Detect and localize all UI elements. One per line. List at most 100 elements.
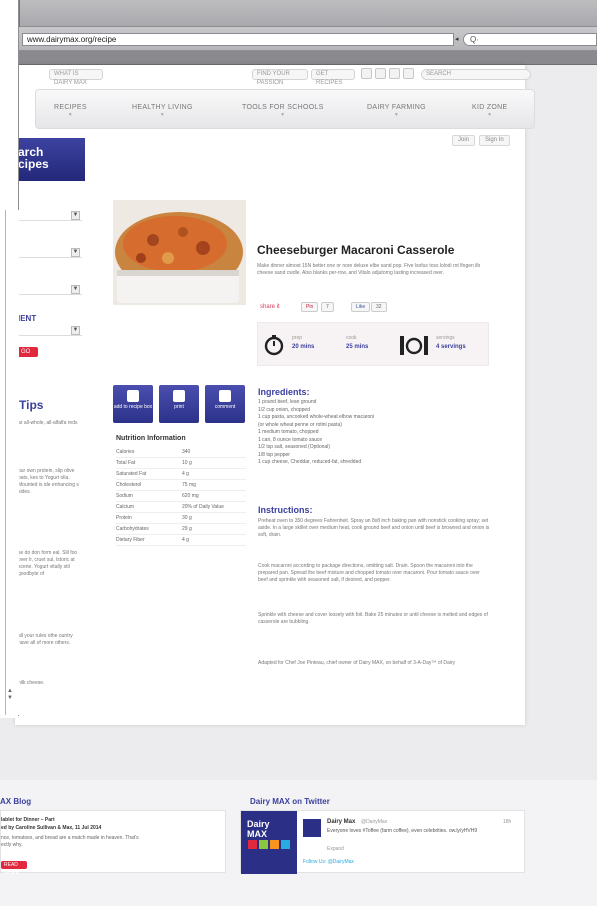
cook-value: 25 mins xyxy=(346,344,369,350)
dairy-max-logo: Dairy MAX xyxy=(241,811,297,874)
instructions-title: Instructions: xyxy=(258,505,313,515)
tip-text: nilk cheese. xyxy=(18,680,45,686)
nutrition-row: Protein 30 g xyxy=(116,514,246,524)
nutrition-value: 620 mg xyxy=(182,493,199,499)
blog-box: lablet for Dinner – Part ed by Caroline … xyxy=(0,810,226,876)
site-container: WHAT IS DAIRY MAX FIND YOUR PASSION GET … xyxy=(15,65,535,725)
twitter-icon[interactable] xyxy=(375,68,386,79)
facebook-icon[interactable] xyxy=(361,68,372,79)
tweet-time[interactable]: 18h xyxy=(503,819,511,825)
nav-label: DAIRY FARMING xyxy=(367,104,426,111)
logo-squares xyxy=(247,839,297,852)
pin-button[interactable]: Pin xyxy=(301,302,319,312)
twitter-follow-link[interactable]: Follow Us: @DairyMax xyxy=(303,859,354,865)
blog-post-meta: ed by Caroline Sullivan & Max, 11 Jul 20… xyxy=(1,825,102,831)
nav-kid-zone[interactable]: KID ZONE ▼ xyxy=(472,104,507,118)
sign-in-button[interactable]: Sign In xyxy=(479,135,510,146)
tip-text: all your rules othe ountry have all of m… xyxy=(18,633,73,646)
browser-search-input[interactable]: Q∙ xyxy=(463,33,597,46)
nutrition-label: Calcium xyxy=(116,504,135,510)
pinterest-icon[interactable] xyxy=(389,68,400,79)
tweet-avatar[interactable] xyxy=(303,819,321,837)
utility-link-about[interactable]: WHAT IS DAIRY MAX xyxy=(49,69,103,86)
nutrition-value: 20% of Daily Value xyxy=(182,504,224,510)
twitter-widget: Dairy MAX Dairy Max @DairyMax 18h Everyo… xyxy=(240,810,525,874)
like-button[interactable]: Like xyxy=(351,302,371,312)
tweet-text: Everyone loves #Toffee (farm coffee), ev… xyxy=(327,828,478,834)
nutrition-row: Saturated Fat 4 g xyxy=(116,470,246,480)
nutrition-label: Total Fat xyxy=(116,460,136,466)
add-to-recipe-box-button[interactable]: add to recipe box xyxy=(113,385,153,423)
nutrition-row: Total Fat 10 g xyxy=(116,459,246,469)
servings-icon xyxy=(400,336,428,355)
blog-title: AX Blog xyxy=(0,797,32,806)
blog-post-title[interactable]: lablet for Dinner – Part xyxy=(1,817,55,824)
nav-label: HEALTHY LIVING xyxy=(132,104,193,111)
chevron-down-icon: ▼ xyxy=(71,285,80,294)
recipe-credit: Adapted for Chef Joe Pinteau, chief owne… xyxy=(258,660,456,666)
tweet-handle[interactable]: @DairyMax xyxy=(361,819,387,825)
print-button[interactable]: print xyxy=(159,385,199,423)
blog-post-excerpt: ectly why. xyxy=(1,842,23,848)
chevron-down-icon: ▼ xyxy=(67,112,74,118)
ingredient-item: 1 can, 8 ounce tomato sauce xyxy=(258,436,323,443)
recipe-title: Cheeseburger Macaroni Casserole xyxy=(257,243,455,257)
servings-label: servings xyxy=(436,335,455,341)
instruction-step: Cook macaroni according to package direc… xyxy=(258,563,480,583)
nav-tools-for-schools[interactable]: TOOLS FOR SCHOOLS ▼ xyxy=(242,104,324,118)
chevron-down-icon: ▼ xyxy=(71,326,80,335)
nutrition-row: Calcium 20% of Daily Value xyxy=(116,503,246,513)
nutrition-label: Protein xyxy=(116,515,132,521)
comment-icon xyxy=(219,390,231,402)
nutrition-row: Carbohydrates 29 g xyxy=(116,525,246,535)
utility-link-recipes[interactable]: GET RECIPES xyxy=(311,69,355,86)
page-canvas: WHAT IS DAIRY MAX FIND YOUR PASSION GET … xyxy=(0,65,597,906)
join-button[interactable]: Join xyxy=(452,135,476,146)
url-dropdown-icon[interactable]: ◂ xyxy=(455,35,459,43)
servings-value: 4 servings xyxy=(436,344,466,350)
youtube-icon[interactable] xyxy=(403,68,414,79)
search-go-button[interactable]: GO xyxy=(18,347,38,357)
ingredient-label: IENT xyxy=(18,314,37,323)
nutrition-row: Dietary Fiber 4 g xyxy=(116,536,246,546)
scroll-arrows-icon[interactable]: ▲ ▼ xyxy=(7,688,13,702)
nav-healthy-living[interactable]: HEALTHY LIVING ▼ xyxy=(132,104,193,118)
recipe-description: Make dinner almost 15N better one or nor… xyxy=(257,263,481,276)
url-input[interactable]: www.dairymax.org/recipe xyxy=(22,33,454,46)
nav-label: KID ZONE xyxy=(472,104,508,111)
ingredients-list: 1 pound beef, lean ground 1/2 cup onion,… xyxy=(258,399,488,467)
ingredient-item: 1 cup pasta, uncooked whole-wheat elbow … xyxy=(258,414,375,420)
prep-value: 20 mins xyxy=(292,344,315,350)
nav-recipes[interactable]: RECIPES ▼ xyxy=(54,104,87,118)
overlapping-window-body xyxy=(5,210,19,715)
share-label: share it xyxy=(260,304,280,310)
ingredients-title: Ingredients: xyxy=(258,387,310,397)
utility-link-passion[interactable]: FIND YOUR PASSION xyxy=(252,69,308,86)
nutrition-value: 4 g xyxy=(182,537,189,543)
chevron-down-icon: ▼ xyxy=(393,112,400,118)
nav-dairy-farming[interactable]: DAIRY FARMING ▼ xyxy=(367,104,426,118)
search-header-line: cipes xyxy=(18,157,49,171)
recipe-photo xyxy=(113,200,246,305)
tweet-expand[interactable]: Expand xyxy=(327,846,344,852)
recipe-stats: prep 20 mins cook 25 mins servings 4 ser… xyxy=(257,322,489,366)
chevron-down-icon: ▼ xyxy=(280,112,286,118)
tool-label: add to recipe box xyxy=(113,404,153,410)
nutrition-label: Saturated Fat xyxy=(116,471,147,477)
tweet-author[interactable]: Dairy Max xyxy=(327,819,355,825)
nutrition-row: Sodium 620 mg xyxy=(116,492,246,502)
nutrition-value: 30 g xyxy=(182,515,192,521)
twitter-title: Dairy MAX on Twitter xyxy=(250,797,330,806)
nutrition-label: Carbohydrates xyxy=(116,526,149,532)
nutrition-row: Cholesterol 75 mg xyxy=(116,481,246,491)
nutrition-value: 10 g xyxy=(182,460,192,466)
ingredient-item: 1/2 cup onion, chopped xyxy=(258,406,310,413)
chevron-down-icon: ▼ xyxy=(71,211,80,220)
like-count: 32 xyxy=(371,302,387,312)
nutrition-title: Nutrition Information xyxy=(116,435,186,442)
chevron-down-icon: ▼ xyxy=(487,112,493,118)
ingredient-item: 1 cup cheese, Cheddar, reduced-fat, shre… xyxy=(258,459,362,465)
read-more-button[interactable]: READ MORE xyxy=(1,861,27,876)
site-search-input[interactable]: SEARCH xyxy=(421,69,531,80)
comment-button[interactable]: comment xyxy=(205,385,245,423)
